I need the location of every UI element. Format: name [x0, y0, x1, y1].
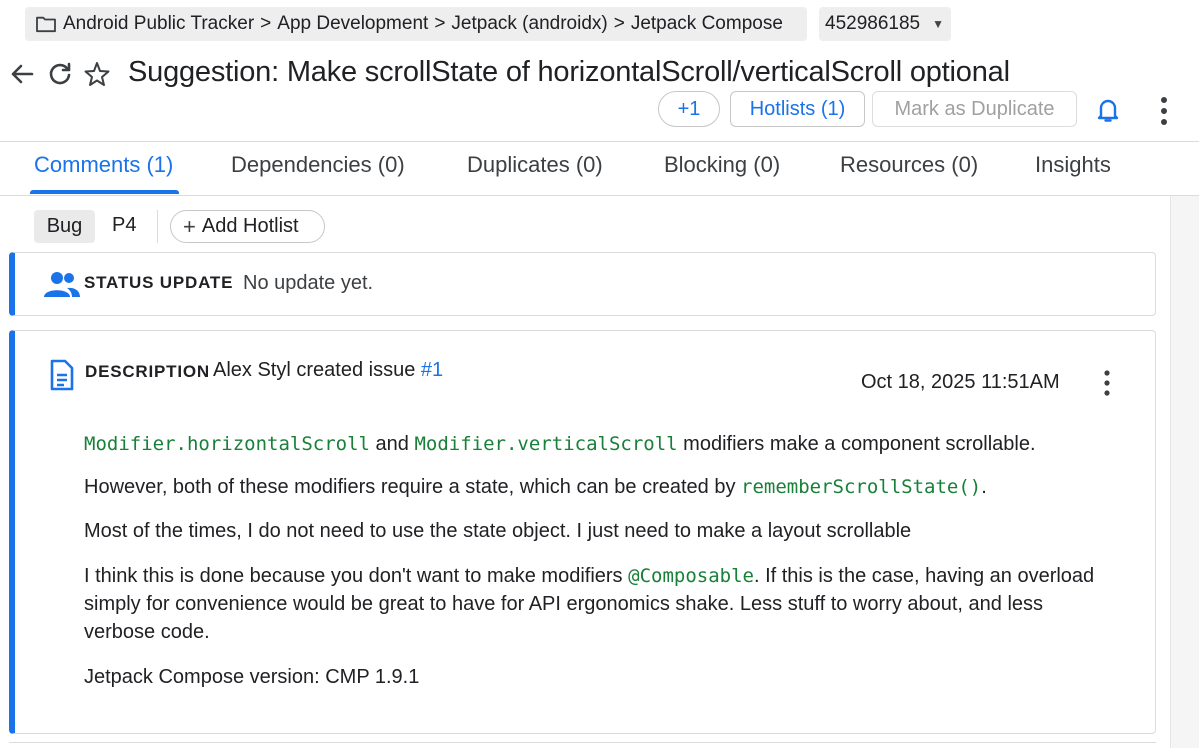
inline-code: rememberScrollState(): [741, 476, 982, 498]
hotlists-button[interactable]: Hotlists (1): [730, 91, 865, 127]
refresh-icon[interactable]: [46, 60, 74, 88]
inline-code: Modifier.horizontalScroll: [84, 433, 370, 455]
status-update-value: No update yet.: [243, 272, 374, 294]
breadcrumb-item-tracker[interactable]: Android Public Tracker: [63, 13, 254, 35]
divider: [0, 141, 1199, 142]
paragraph-text: and: [375, 433, 409, 455]
paragraph-text: .: [981, 476, 987, 498]
issue-title: Suggestion: Make scrollState of horizont…: [128, 56, 1010, 88]
tab-insights[interactable]: Insights: [1035, 152, 1111, 178]
comment-timestamp: Oct 18, 2025 11:51AM: [861, 371, 1060, 393]
breadcrumb-item-jetpack[interactable]: Jetpack (androidx): [451, 13, 607, 35]
add-hotlist-label: Add Hotlist: [201, 215, 299, 237]
tab-resources[interactable]: Resources (0): [840, 152, 978, 178]
tab-blocking[interactable]: Blocking (0): [664, 152, 780, 178]
breadcrumb-separator: >: [613, 13, 625, 34]
paragraph-text: I think this is done because you don't w…: [84, 565, 623, 587]
breadcrumb-item-app-development[interactable]: App Development: [277, 13, 428, 35]
issue-id: 452986185: [825, 13, 921, 34]
inline-code: Modifier.verticalScroll: [414, 433, 678, 455]
type-chip[interactable]: Bug: [34, 210, 95, 243]
back-arrow-icon[interactable]: [8, 60, 36, 88]
paragraph-text: However, both of these modifiers require…: [84, 476, 736, 498]
breadcrumb: Android Public Tracker > App Development…: [25, 7, 807, 41]
star-icon[interactable]: [83, 60, 111, 88]
description-card: DESCRIPTION Alex Styl created issue #1 O…: [9, 330, 1156, 734]
breadcrumb-separator: >: [260, 13, 272, 34]
folder-icon: [36, 16, 56, 33]
comment-more-icon[interactable]: [1101, 369, 1113, 397]
divider: [0, 195, 1199, 196]
tab-dependencies[interactable]: Dependencies (0): [231, 152, 405, 178]
status-update-label: STATUS UPDATE: [84, 273, 234, 292]
active-tab-indicator: [30, 190, 179, 194]
inline-code: @Composable: [628, 565, 754, 587]
divider: [157, 210, 158, 243]
breadcrumb-separator: >: [434, 13, 446, 34]
description-paragraph: Most of the times, I do not need to use …: [84, 520, 912, 542]
bell-icon[interactable]: [1095, 96, 1121, 124]
status-update-card: STATUS UPDATE No update yet.: [9, 252, 1156, 316]
issue-id-dropdown[interactable]: 452986185 ▼: [819, 7, 951, 41]
plus-one-button[interactable]: +1: [658, 91, 720, 127]
creator-text: Alex Styl created issue: [213, 359, 416, 381]
caret-down-icon: ▼: [932, 17, 944, 31]
creator-line: Alex Styl created issue #1: [213, 359, 443, 382]
add-hotlist-button[interactable]: + Add Hotlist: [170, 210, 325, 243]
tab-comments[interactable]: Comments (1): [34, 152, 173, 178]
priority-chip[interactable]: P4: [112, 214, 136, 237]
description-paragraph: Modifier.horizontalScroll and Modifier.v…: [84, 430, 1144, 458]
description-label: DESCRIPTION: [85, 362, 210, 381]
document-icon: [50, 359, 74, 391]
people-icon: [44, 272, 80, 297]
paragraph-text: modifiers make a component scrollable.: [683, 433, 1036, 455]
description-paragraph: However, both of these modifiers require…: [84, 473, 1144, 501]
breadcrumb-item-compose[interactable]: Jetpack Compose: [631, 13, 783, 35]
plus-icon: +: [183, 213, 196, 239]
tab-duplicates[interactable]: Duplicates (0): [467, 152, 603, 178]
mark-as-duplicate-button[interactable]: Mark as Duplicate: [872, 91, 1077, 127]
scrollbar[interactable]: [1170, 196, 1199, 748]
description-paragraph: Jetpack Compose version: CMP 1.9.1: [84, 666, 420, 688]
more-options-icon[interactable]: [1153, 95, 1175, 127]
description-paragraph: I think this is done because you don't w…: [84, 562, 1104, 646]
comment-link[interactable]: #1: [421, 359, 443, 381]
